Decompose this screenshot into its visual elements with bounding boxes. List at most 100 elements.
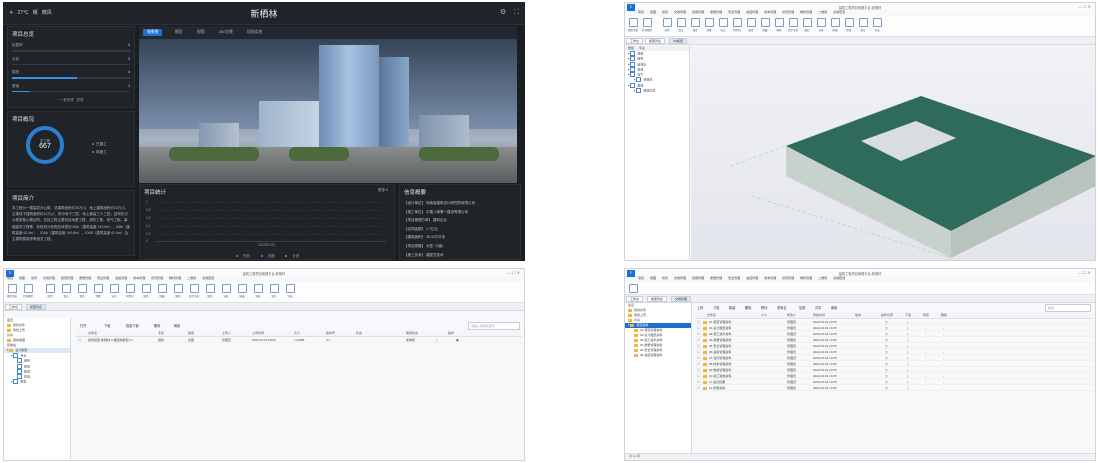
ribbon-button[interactable]: 打开模型: [641, 18, 653, 32]
ribbon-button[interactable]: 隔离: [172, 284, 184, 298]
ribbon-button[interactable]: 审核: [252, 284, 264, 298]
file-name[interactable]: 09-物资管理资料: [709, 368, 731, 372]
ribbon-button[interactable]: 碰撞: [236, 284, 248, 298]
doc-tab[interactable]: 模型列表: [645, 38, 666, 44]
delete-icon[interactable]: -: [943, 332, 944, 336]
ribbon-button[interactable]: 分析: [815, 18, 827, 32]
history-icon[interactable]: ◷: [885, 386, 888, 390]
preview-icon[interactable]: -: [925, 368, 926, 372]
menu-item[interactable]: 项目: [638, 276, 644, 280]
menu-item[interactable]: 文档管理: [43, 276, 55, 280]
ribbon-button[interactable]: 图层: [204, 284, 216, 298]
refresh-button[interactable]: 刷新: [174, 323, 180, 328]
history-icon[interactable]: ◷: [885, 362, 888, 366]
doc-tab[interactable]: 文档管理: [671, 296, 692, 302]
file-search-input[interactable]: 搜索: [1045, 304, 1091, 312]
menu-item[interactable]: 文档管理: [674, 10, 686, 14]
row-checkbox[interactable]: ☐: [697, 368, 700, 372]
menu-item[interactable]: 系统配置: [202, 276, 214, 280]
history-icon[interactable]: ◷: [885, 326, 888, 330]
ribbon-button[interactable]: 漫游: [689, 18, 701, 32]
ribbon-button[interactable]: 打开模型: [22, 284, 34, 298]
ribbon-button[interactable]: [627, 284, 639, 294]
tab-panorama[interactable]: 360全景: [215, 29, 237, 36]
menu-item[interactable]: 质量管理: [79, 276, 91, 280]
preview-icon[interactable]: -: [925, 356, 926, 360]
history-icon[interactable]: ◷: [885, 368, 888, 372]
menu-item[interactable]: 项目: [638, 10, 644, 14]
refresh-button[interactable]: 刷新: [831, 305, 837, 310]
menu-item[interactable]: 成本管理: [764, 276, 776, 280]
doc-tab[interactable]: 工作台: [626, 296, 644, 302]
row-checkbox[interactable]: ☐: [697, 356, 700, 360]
new-folder-button[interactable]: 新建: [729, 305, 735, 310]
menu-item[interactable]: 权限管理: [692, 276, 704, 280]
ribbon-button[interactable]: 属性: [745, 18, 757, 32]
menu-item[interactable]: 视图: [650, 10, 656, 14]
delete-icon[interactable]: -: [943, 338, 944, 342]
ribbon-button[interactable]: 视点: [675, 18, 687, 32]
doc-tab[interactable]: 3D模型: [669, 38, 687, 44]
download-icon[interactable]: ⤓: [907, 374, 908, 378]
download-icon[interactable]: ⤓: [907, 332, 908, 336]
ribbon-button[interactable]: 模型浏览: [627, 18, 639, 32]
open-button[interactable]: 打开: [80, 323, 86, 328]
menu-item[interactable]: 物料管理: [169, 276, 181, 280]
menu-item[interactable]: 合同管理: [782, 10, 794, 14]
preview-icon[interactable]: -: [925, 374, 926, 378]
history-icon[interactable]: ◷: [885, 332, 888, 336]
download-icon[interactable]: ⤓: [907, 320, 908, 324]
batch-download-button[interactable]: 批量下载: [126, 323, 139, 328]
file-name[interactable]: 12-影像资料: [709, 386, 725, 390]
stats-more-dropdown[interactable]: 更多 ▾: [378, 188, 388, 193]
window-controls[interactable]: — ☐ ✕: [507, 270, 520, 275]
row-checkbox[interactable]: ☐: [697, 344, 700, 348]
row-checkbox[interactable]: ☐: [697, 332, 700, 336]
download-button[interactable]: 下载: [104, 323, 110, 328]
menu-item[interactable]: 合同管理: [151, 276, 163, 280]
preview-icon[interactable]: -: [925, 338, 926, 342]
fullscreen-icon[interactable]: ⛶: [514, 9, 519, 16]
ribbon-button[interactable]: 显示全部: [188, 284, 200, 298]
menu-item[interactable]: 项目: [7, 276, 13, 280]
ribbon-button[interactable]: 隔离: [773, 18, 785, 32]
menu-item[interactable]: 质量管理: [710, 10, 722, 14]
ribbon-button[interactable]: 导出: [871, 18, 883, 32]
delete-icon[interactable]: -: [943, 362, 944, 366]
row-checkbox[interactable]: ☐: [697, 380, 700, 384]
preview-icon[interactable]: -: [925, 326, 926, 330]
tree-item[interactable]: 06-进度管理资料: [625, 353, 691, 358]
window-controls[interactable]: — ☐ ✕: [1078, 4, 1091, 9]
ribbon-button[interactable]: 测量: [703, 18, 715, 32]
menu-item[interactable]: 合同管理: [782, 276, 794, 280]
menu-item[interactable]: 视图: [19, 276, 25, 280]
row-checkbox[interactable]: ☐: [697, 374, 700, 378]
doc-tab[interactable]: 模型列表: [647, 296, 668, 302]
menu-item[interactable]: 进度管理: [115, 276, 127, 280]
ribbon-button[interactable]: 标注: [108, 284, 120, 298]
file-name[interactable]: 05-安全管理资料: [709, 344, 731, 348]
menu-item[interactable]: 协同: [31, 276, 37, 280]
file-name[interactable]: 06-进度管理资料: [709, 350, 731, 354]
delete-button[interactable]: 删除: [154, 323, 160, 328]
ribbon-button[interactable]: 批注: [268, 284, 280, 298]
menu-item[interactable]: 安全管理: [728, 276, 740, 280]
menu-item[interactable]: 权限管理: [692, 10, 704, 14]
row-checkbox[interactable]: ☐: [697, 350, 700, 354]
menu-item[interactable]: 安全管理: [97, 276, 109, 280]
tab-rendering[interactable]: 效果图: [143, 29, 163, 36]
tab-video[interactable]: 视频: [193, 29, 209, 36]
menu-item[interactable]: 权限管理: [61, 276, 73, 280]
history-icon[interactable]: ◷: [885, 356, 888, 360]
delete-icon[interactable]: -: [943, 350, 944, 354]
menu-item[interactable]: 二维码: [187, 276, 196, 280]
history-icon[interactable]: ◷: [885, 350, 888, 354]
history-icon[interactable]: ◷: [885, 344, 888, 348]
download-button[interactable]: 下载: [713, 305, 719, 310]
menu-item[interactable]: 质量管理: [710, 276, 722, 280]
ribbon-button[interactable]: 模型浏览: [6, 284, 18, 298]
menu-item[interactable]: 二维码: [818, 276, 827, 280]
ribbon-button[interactable]: 碰撞: [829, 18, 841, 32]
preview-icon[interactable]: -: [925, 320, 926, 324]
menu-item[interactable]: 成本管理: [764, 10, 776, 14]
